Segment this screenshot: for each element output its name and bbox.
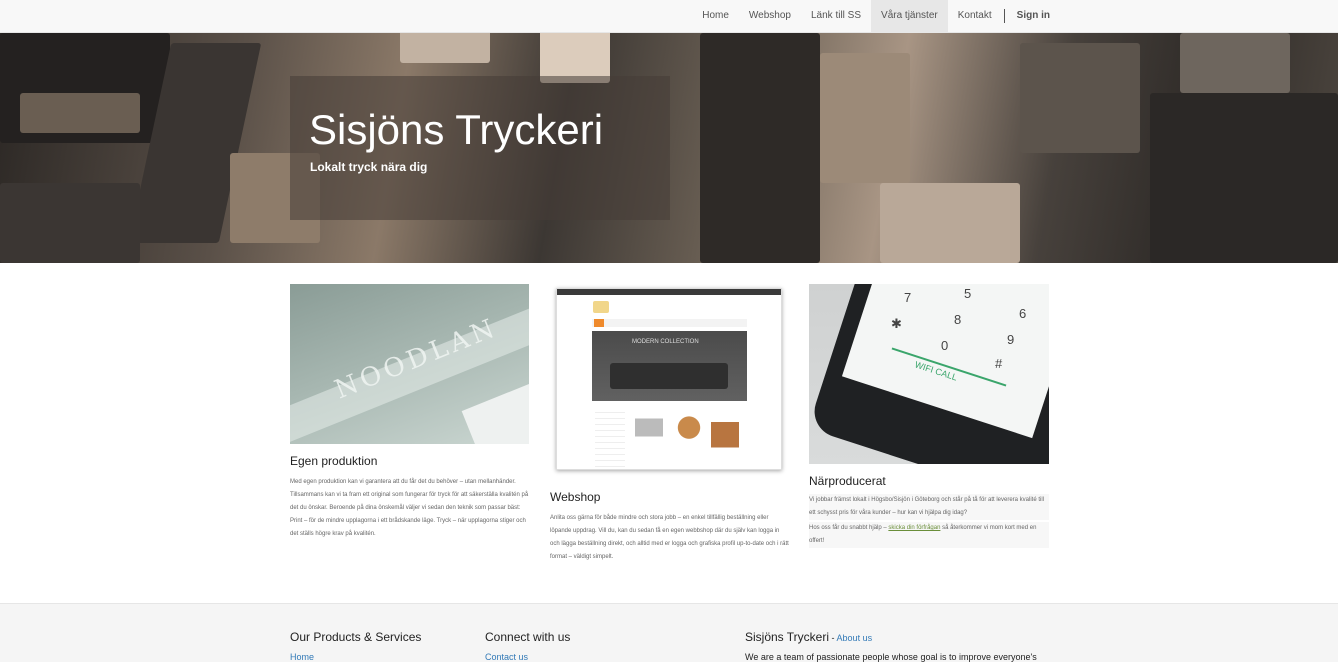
column-egen-produktion: Egen produktion Med egen produktion kan … <box>290 454 530 541</box>
nav-home[interactable]: Home <box>692 0 739 32</box>
nav-kontakt[interactable]: Kontakt <box>948 0 1002 32</box>
footer-about-text: We are a team of passionate people whose… <box>745 652 1037 662</box>
narproducerat-contact-text: Hos oss får du snabbt hjälp – skicka din… <box>809 522 1049 548</box>
phone-image: 7 5 6 ✱ 8 9 0 # WIFI CALL <box>809 284 1049 464</box>
send-request-link[interactable]: skicka din förfrågan <box>888 525 940 531</box>
footer-contact-link[interactable]: Contact us <box>485 652 528 662</box>
site-title: Sisjöns Tryckeri <box>309 106 604 153</box>
webshop-screenshot: MODERN COLLECTION <box>556 288 782 470</box>
hero-caption: Sisjöns Tryckeri Lokalt tryck nära dig <box>290 76 670 220</box>
column-narproducerat: Närproducerat Vi jobbar främst lokalt i … <box>809 474 1049 548</box>
site-tagline: Lokalt tryck nära dig <box>310 160 428 174</box>
narproducerat-title: Närproducerat <box>809 474 886 488</box>
top-navbar: Home Webshop Länk till SS Våra tjänster … <box>0 0 1338 33</box>
webshop-title: Webshop <box>550 490 601 504</box>
print-sample-image: NOODLAN <box>290 284 529 444</box>
nav-vara-tjanster[interactable]: Våra tjänster <box>871 0 948 32</box>
hero-banner: Sisjöns Tryckeri Lokalt tryck nära dig <box>0 33 1338 263</box>
footer-connect-title: Connect with us <box>485 630 571 644</box>
footer: Our Products & Services Home Connect wit… <box>0 603 1338 662</box>
nav-lank-till-ss[interactable]: Länk till SS <box>801 0 871 32</box>
narproducerat-text: Vi jobbar främst lokalt i Högsbo/Sisjön … <box>809 494 1049 520</box>
footer-home-link[interactable]: Home <box>290 652 314 662</box>
screenshot-banner-text: MODERN COLLECTION <box>632 339 699 345</box>
nav-webshop[interactable]: Webshop <box>739 0 801 32</box>
sign-in-link[interactable]: Sign in <box>1007 0 1060 32</box>
footer-company-title: Sisjöns Tryckeri - About us <box>745 630 873 644</box>
egen-produktion-title: Egen produktion <box>290 454 378 468</box>
footer-about-link[interactable]: About us <box>837 633 873 643</box>
nav-divider <box>1003 9 1005 23</box>
footer-products-title: Our Products & Services <box>290 630 422 644</box>
column-webshop: Webshop Anlita oss gärna för både mindre… <box>550 490 790 564</box>
egen-produktion-text: Med egen produktion kan vi garantera att… <box>290 479 529 537</box>
webshop-text: Anlita oss gärna för både mindre och sto… <box>550 515 789 560</box>
main-menu: Home Webshop Länk till SS Våra tjänster … <box>692 0 1060 32</box>
